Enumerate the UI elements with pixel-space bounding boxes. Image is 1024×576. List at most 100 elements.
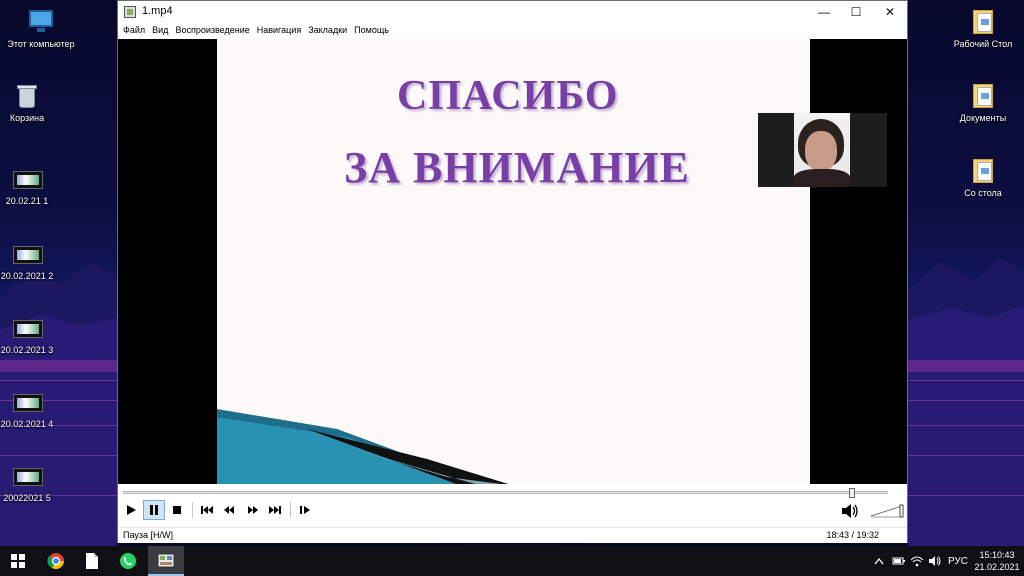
clock-time: 15:10:43 [979, 550, 1015, 560]
taskbar-whatsapp[interactable] [110, 546, 146, 576]
rewind-icon [224, 506, 234, 514]
skip-forward-button[interactable] [264, 500, 286, 520]
file-icon [86, 553, 98, 569]
desktop-icon-label: Документы [959, 113, 1007, 123]
speaker-icon [929, 556, 941, 566]
tray-network[interactable] [908, 546, 926, 576]
desktop-icon-label: 20.02.21 1 [5, 196, 49, 206]
skip-forward-icon [269, 506, 281, 514]
desktop-icon-video-4[interactable]: 20.02.2021 4 [0, 388, 62, 430]
tray-clock[interactable]: 15:10:43 21.02.2021 [974, 549, 1020, 573]
desktop-icon-documents[interactable]: Документы [948, 82, 1018, 124]
media-player-icon [124, 6, 136, 18]
menu-file[interactable]: Файл [121, 23, 150, 39]
media-player-window: 1.mp4 — ☐ ✕ Файл Вид Воспроизведение Нав… [117, 0, 908, 543]
seek-bar[interactable] [123, 488, 906, 498]
clock-date: 21.02.2021 [974, 562, 1020, 572]
start-button[interactable] [0, 546, 36, 576]
skip-back-icon [201, 506, 213, 514]
maximize-button[interactable]: ☐ [839, 1, 873, 23]
desktop-icon-video-1[interactable]: 20.02.21 1 [0, 165, 62, 207]
divider [290, 502, 291, 518]
folder-icon [968, 82, 998, 110]
webcam-overlay [758, 113, 887, 187]
slide-title-line-2: ЗА ВНИМАНИЕ [344, 143, 690, 192]
desktop-icon-label: Со стола [964, 188, 1002, 198]
fast-forward-icon [248, 506, 258, 514]
battery-icon [892, 557, 905, 565]
skip-back-button[interactable] [196, 500, 218, 520]
whatsapp-icon [120, 553, 136, 569]
menu-bar: Файл Вид Воспроизведение Навигация Закла… [118, 23, 907, 39]
presentation-slide: СПАСИБО ЗА ВНИМАНИЕ [217, 39, 810, 484]
desktop-icon-rabochiy-stol[interactable]: Рабочий Стол [948, 8, 1018, 50]
chrome-icon [47, 553, 64, 570]
desktop-icon-label: 20.02.2021 2 [0, 271, 54, 281]
video-file-icon [12, 165, 43, 193]
desktop-icon-label: 20022021 5 [3, 493, 51, 503]
playback-time: 18:43 / 19:32 [826, 530, 879, 540]
desktop-icon-label: 20.02.2021 3 [0, 345, 54, 355]
playback-controls [118, 498, 907, 524]
media-player-icon [157, 553, 175, 568]
frame-step-icon [300, 506, 310, 514]
taskbar-file[interactable] [74, 546, 110, 576]
seek-track[interactable] [123, 491, 888, 494]
play-button[interactable] [120, 500, 142, 520]
desktop-icon-label: Корзина [9, 113, 45, 123]
fast-forward-button[interactable] [242, 500, 264, 520]
taskbar-media-player[interactable] [148, 546, 184, 576]
taskbar: РУС 15:10:43 21.02.2021 [0, 546, 1024, 576]
close-button[interactable]: ✕ [873, 1, 907, 23]
desktop-icon-this-pc[interactable]: Этот компьютер [6, 8, 76, 50]
volume-icon[interactable] [840, 502, 860, 520]
title-bar[interactable]: 1.mp4 — ☐ ✕ [118, 1, 907, 23]
wifi-icon [910, 556, 924, 567]
rewind-button[interactable] [218, 500, 240, 520]
desktop-icon-label: Этот компьютер [7, 39, 75, 49]
desktop-icon-video-5[interactable]: 20022021 5 [0, 462, 62, 504]
slide-title-line-1: СПАСИБО [397, 73, 619, 119]
folder-icon [968, 157, 998, 185]
video-file-icon [12, 462, 43, 490]
video-file-icon [12, 240, 43, 268]
desktop-icon-label: 20.02.2021 4 [0, 419, 54, 429]
video-file-icon [12, 388, 43, 416]
menu-bookmarks[interactable]: Закладки [306, 23, 352, 39]
video-file-icon [12, 314, 43, 342]
recycle-bin-icon [12, 82, 42, 110]
play-icon [127, 505, 136, 515]
menu-playback[interactable]: Воспроизведение [173, 23, 254, 39]
folder-icon [968, 8, 998, 36]
pause-button[interactable] [143, 500, 165, 520]
minimize-button[interactable]: — [807, 1, 841, 23]
seek-handle[interactable] [849, 488, 855, 498]
stop-icon [173, 506, 181, 514]
computer-icon [26, 8, 56, 36]
tray-expand[interactable] [872, 546, 886, 576]
slide-decoration-wave [217, 409, 509, 484]
video-display[interactable]: СПАСИБО ЗА ВНИМАНИЕ [118, 39, 907, 484]
volume-slider[interactable] [870, 504, 904, 518]
desktop-icon-video-3[interactable]: 20.02.2021 3 [0, 314, 62, 356]
playback-status: Пауза [H/W] [123, 530, 174, 540]
stop-button[interactable] [166, 500, 188, 520]
window-title: 1.mp4 [142, 5, 173, 17]
desktop-icon-recycle-bin[interactable]: Корзина [0, 82, 62, 124]
pause-icon [150, 505, 158, 515]
desktop-icon-label: Рабочий Стол [953, 39, 1013, 49]
divider [192, 502, 193, 518]
chevron-up-icon [874, 557, 884, 565]
taskbar-chrome[interactable] [38, 546, 74, 576]
desktop-icon-so-stola[interactable]: Со стола [948, 157, 1018, 199]
menu-navigation[interactable]: Навигация [255, 23, 306, 39]
desktop-icon-video-2[interactable]: 20.02.2021 2 [0, 240, 62, 282]
status-bar: Пауза [H/W] 18:43 / 19:32 [118, 527, 907, 543]
tray-battery[interactable] [890, 546, 908, 576]
tray-language[interactable]: РУС [944, 546, 972, 576]
menu-help[interactable]: Помощь [352, 23, 394, 39]
tray-volume[interactable] [926, 546, 944, 576]
menu-view[interactable]: Вид [150, 23, 173, 39]
start-icon [11, 554, 25, 568]
frame-step-button[interactable] [294, 500, 316, 520]
